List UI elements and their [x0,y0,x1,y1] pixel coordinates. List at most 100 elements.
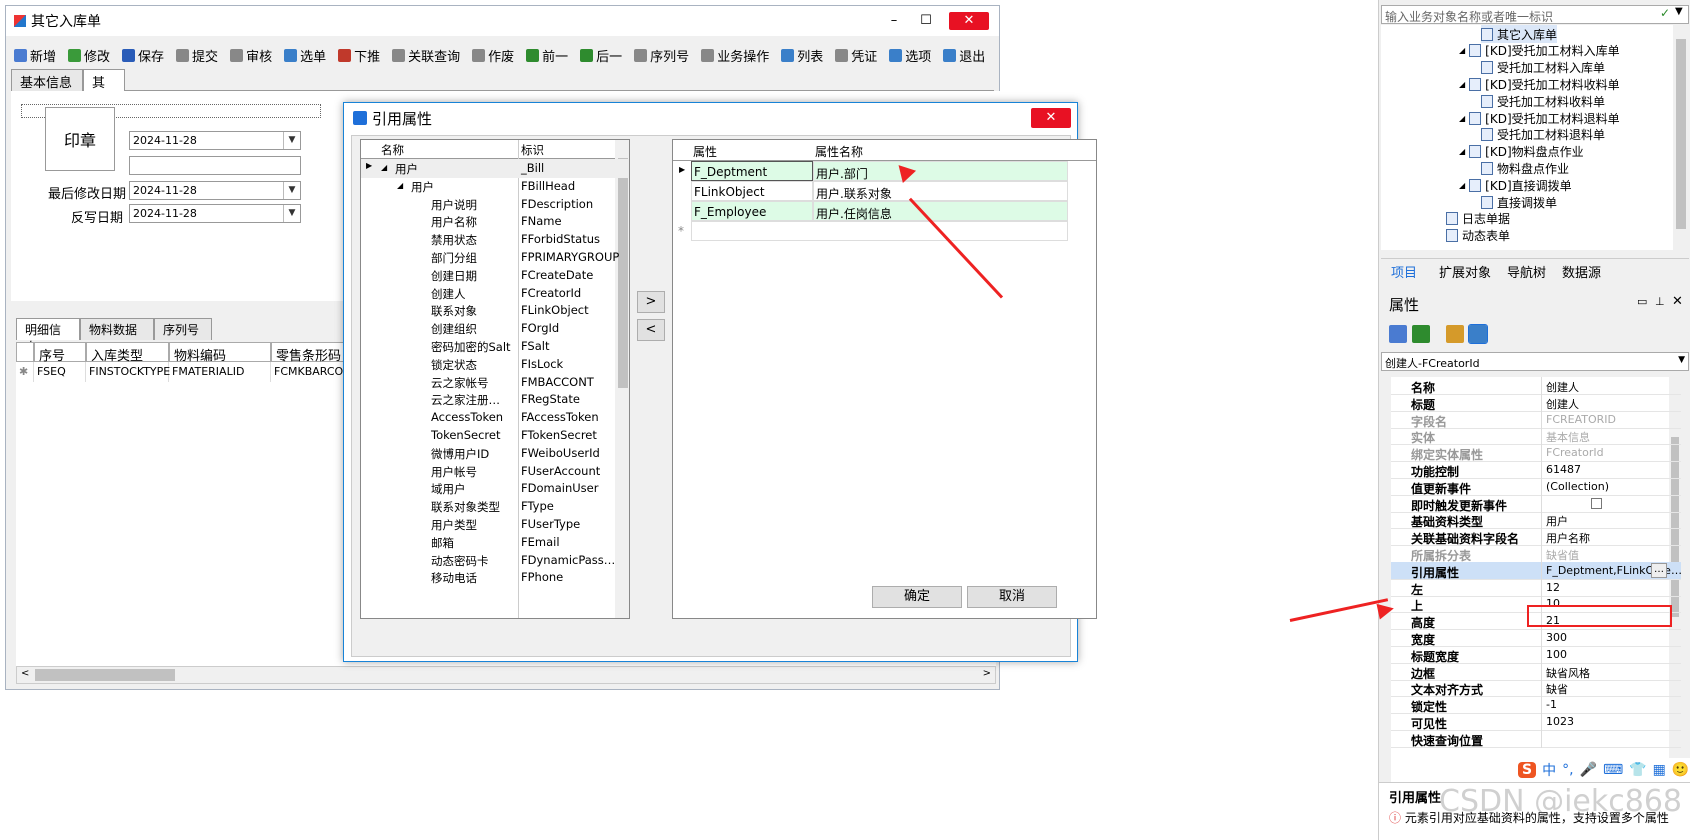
property-row[interactable]: 名称 创建人 [1391,377,1681,395]
tab-detail-info[interactable]: 明细信息 [16,318,80,354]
field-tree-row[interactable]: 创建人 FCreatorId [361,284,629,303]
tree-item[interactable]: 其它入库单 [1481,25,1558,43]
field-tree-row[interactable]: 移动电话 FPhone [361,568,629,587]
tree-item[interactable]: ◢ [KD]受托加工材料收料单 [1459,75,1620,93]
property-row[interactable]: 锁定性 -1 [1391,696,1681,715]
tab-material-data[interactable]: 物料数据 [80,318,154,340]
grid-cell[interactable]: FSEQ [34,362,86,382]
toolbar-button[interactable]: 下推 [338,46,380,65]
toolbar-button[interactable]: 关联查询 [392,46,460,65]
field-tree-row[interactable]: 锁定状态 FIsLock [361,355,629,374]
property-value[interactable]: 创建人 [1546,379,1579,395]
new-property-row[interactable]: * [673,221,1096,242]
toolbar-button[interactable]: 新增 [14,46,56,65]
property-row[interactable]: 标题宽度 100 [1391,645,1681,664]
header-id[interactable]: 标识 [521,142,544,158]
property-value[interactable]: FCREATORID [1546,413,1616,426]
field-tree-row[interactable]: 联系对象类型 FType [361,497,629,516]
grid-cell[interactable]: FINSTOCKTYPE [86,362,170,382]
minimize-button[interactable]: – [881,12,907,30]
toolbar-button[interactable]: 前一 [526,46,568,65]
property-row[interactable]: 实体 基本信息 [1391,427,1681,446]
toolbar-button[interactable]: 修改 [68,46,110,65]
selected-object-dropdown[interactable]: 创建人-FCreatorId ▼ [1381,352,1689,371]
scroll-thumb[interactable] [35,669,175,681]
property-id[interactable]: F_Deptment [691,161,813,181]
checkbox[interactable] [1591,497,1602,509]
property-value[interactable]: 12 [1546,581,1560,594]
field-tree-row[interactable]: 用户名称 FName [361,212,629,231]
add-to-selection-button[interactable]: > [637,291,665,313]
property-row[interactable]: 绑定实体属性 FCreatorId [1391,444,1681,463]
field-tree-row[interactable]: 联系对象 FLinkObject [361,301,629,320]
property-value[interactable]: 缺省 [1546,681,1568,697]
property-value[interactable]: 缺省值 [1546,547,1579,563]
chevron-down-icon[interactable]: ▼ [283,132,300,149]
expand-triangle-icon[interactable]: ◢ [1459,181,1465,190]
field-tree-row[interactable]: 创建日期 FCreateDate [361,266,629,285]
writeback-date-field[interactable]: 2024-11-28 ▼ [129,204,301,223]
field-tree-row[interactable]: 微博用户ID FWeiboUserId [361,444,629,463]
tree-item[interactable]: 直接调拨单 [1481,193,1557,211]
grid-cell[interactable]: FMATERIALID [169,362,271,382]
property-value[interactable]: 创建人 [1546,396,1579,412]
horizontal-scrollbar[interactable]: < > [16,666,996,684]
ellipsis-button[interactable]: … [1651,562,1667,578]
field-tree-row[interactable]: 域用户 FDomainUser [361,479,629,498]
ime-button[interactable]: °, [1562,762,1573,778]
property-row[interactable]: 关联基础资料字段名 用户名称 [1391,528,1681,547]
property-id[interactable]: F_Employee [691,201,813,221]
property-row[interactable]: 基础资料类型 用户 [1391,511,1681,530]
field-tree-row[interactable]: ◢ 用户 FBillHead [361,177,629,196]
tree-item[interactable]: 受托加工材料退料单 [1481,126,1605,144]
selected-property-row[interactable]: FLinkObject 用户.联系对象 [673,181,1096,202]
toolbar-button[interactable]: 审核 [230,46,272,65]
property-row[interactable]: 即时触发更新事件 [1391,494,1681,513]
grid-header-material-code[interactable]: 物料编码 [169,342,271,364]
property-value[interactable]: 用户 [1546,513,1568,529]
ime-button[interactable]: 🙂 [1672,762,1689,778]
ok-button[interactable]: 确定 [872,586,962,608]
ime-button[interactable]: 🎤 [1580,762,1597,778]
dialog-close-button[interactable]: ✕ [1031,108,1071,128]
ime-button[interactable]: S [1518,762,1537,778]
ime-button[interactable]: ⌨ [1603,762,1623,778]
maximize-button[interactable]: ☐ [913,12,939,30]
tree-item[interactable]: 受托加工材料收料单 [1481,92,1605,110]
toolbar-button[interactable]: 序列号 [634,46,689,65]
object-search-input[interactable]: 输入业务对象名称或者唯一标识 [1381,5,1689,24]
empty-cell[interactable] [691,221,1068,241]
expand-triangle-icon[interactable]: ◢ [1459,80,1465,89]
property-value[interactable]: -1 [1546,698,1557,711]
property-row[interactable]: 值更新事件 (Collection) [1391,477,1681,496]
tree-item[interactable]: 物料盘点作业 [1481,159,1569,177]
toolbar-button[interactable]: 作废 [472,46,514,65]
chevron-down-icon[interactable]: ▼ [1675,6,1683,17]
toolbar-button[interactable]: 凭证 [835,46,877,65]
ime-button[interactable]: 👕 [1629,762,1646,778]
tree-item[interactable]: 动态表单 [1446,227,1510,245]
toolbar-button[interactable]: 提交 [176,46,218,65]
tab-project[interactable]: 项目 [1391,262,1417,281]
tab-serial-number[interactable]: 序列号 [154,318,212,340]
field-tree-row[interactable]: 创建组织 FOrgId [361,319,629,338]
header-name[interactable]: 名称 [381,142,404,158]
events-icon[interactable] [1446,325,1464,343]
tree-item[interactable]: ◢ [KD]直接调拨单 [1459,176,1572,194]
close-icon[interactable]: ✕ [1672,294,1683,309]
toolbar-button[interactable]: 保存 [122,46,164,65]
tab-data-source[interactable]: 数据源 [1562,262,1601,281]
property-id[interactable]: FLinkObject [691,181,813,201]
property-value[interactable]: 缺省风格 [1546,665,1590,681]
expand-triangle-icon[interactable]: ◢ [1459,114,1465,123]
chevron-down-icon[interactable]: ▼ [283,205,300,222]
grid-header-seq[interactable]: 序号 [34,342,86,364]
field-tree-row[interactable]: 云之家帐号 FMBACCONT [361,373,629,392]
property-row[interactable]: 快速查询位置 [1391,729,1681,748]
property-row[interactable]: 功能控制 61487 [1391,461,1681,479]
tree-item[interactable]: 受托加工材料入库单 [1481,59,1605,77]
field-tree-row[interactable]: 云之家注册… FRegState [361,390,629,409]
expand-triangle-icon[interactable]: ◢ [397,181,403,190]
property-value[interactable]: 1023 [1546,715,1574,728]
grid-header-instock-type[interactable]: 入库类型 [86,342,169,364]
